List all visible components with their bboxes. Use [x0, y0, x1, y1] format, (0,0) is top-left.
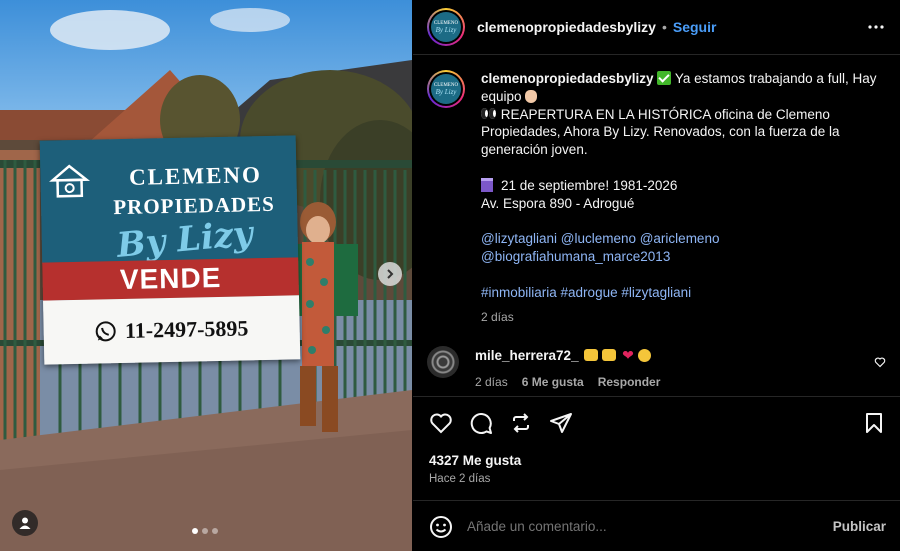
- raised-hands-icon: [584, 349, 599, 361]
- more-options-button[interactable]: [864, 15, 888, 39]
- caption-line: generación joven.: [481, 142, 588, 158]
- red-heart-icon: ❤: [622, 347, 634, 363]
- for-sale-sign: CLEMENO PROPIEDADES By Lizy VENDE 11-249…: [39, 135, 301, 365]
- commenter-avatar[interactable]: [427, 346, 459, 378]
- repost-icon[interactable]: [509, 411, 533, 435]
- author-username[interactable]: clemenopropiedadesbylizy: [477, 19, 656, 35]
- caption-username[interactable]: clemenopropiedadesbylizy: [481, 71, 654, 86]
- post-side-panel: CLEMENO By Lizy clemenopropiedadesbylizy …: [413, 0, 900, 551]
- more-horizontal-icon: [868, 25, 884, 29]
- save-bookmark-icon[interactable]: [862, 411, 886, 435]
- commenter-username[interactable]: mile_herrera72_: [475, 348, 579, 363]
- emoji-smiley-icon[interactable]: [429, 515, 453, 539]
- caption-time: 2 días: [481, 310, 514, 325]
- caption-author-avatar[interactable]: CLEMENO By Lizy: [427, 70, 465, 108]
- house-logo-icon: [49, 164, 91, 198]
- sign-phone-panel: 11-2497-5895: [43, 295, 301, 365]
- tagged-users-button[interactable]: [12, 510, 38, 536]
- sign-action-panel: VENDE: [42, 257, 299, 301]
- follow-button[interactable]: Seguir: [673, 19, 717, 35]
- reply-button[interactable]: Responder: [598, 373, 661, 391]
- carousel-dot: [212, 528, 218, 534]
- raised-hands-icon: [602, 349, 617, 361]
- like-heart-icon[interactable]: [429, 411, 453, 435]
- caption-mentions[interactable]: @biografiahumana_marce2013: [481, 248, 881, 266]
- caption-mentions[interactable]: @lizytagliani @luclemeno @ariclemeno: [481, 230, 881, 248]
- sign-phone-number: 11-2497-5895: [124, 315, 249, 343]
- post-comment-button[interactable]: Publicar: [833, 519, 886, 534]
- caption-hashtags[interactable]: #inmobiliaria #adrogue #lizytagliani: [481, 284, 881, 302]
- comment-likes[interactable]: 6 Me gusta: [522, 373, 584, 391]
- caption-line: Propiedades, Ahora By Lizy. Renovados, c…: [481, 124, 840, 140]
- post-actions: 4327 Me gusta Hace 2 días Publicar: [413, 396, 900, 551]
- post-caption: CLEMENO By Lizy clemenopropiedadesbylizy …: [427, 70, 886, 327]
- caption-text: clemenopropiedadesbylizy Ya estamos trab…: [481, 70, 881, 327]
- calendar-icon: [481, 177, 493, 192]
- caption-line: REAPERTURA EN LA HISTÓRICA oficina de Cl…: [500, 106, 830, 122]
- sign-top-panel: CLEMENO PROPIEDADES By Lizy: [39, 135, 299, 266]
- post-header: CLEMENO By Lizy clemenopropiedadesbylizy …: [413, 0, 900, 55]
- caption-line: Ya estamos trabajando a full, Hay: [674, 71, 877, 86]
- caption-line: 21 de septiembre! 1981-2026: [501, 177, 678, 193]
- user-icon: [19, 517, 31, 529]
- comment-input[interactable]: [467, 519, 833, 534]
- comment-like-heart-icon[interactable]: [874, 356, 886, 368]
- carousel-indicator: [192, 528, 218, 534]
- caption-line: Av. Espora 890 - Adrogué: [481, 195, 635, 211]
- chevron-right-icon: [387, 269, 394, 279]
- check-mark-icon: [657, 71, 672, 85]
- carousel-dot: [192, 528, 198, 534]
- clapping-hands-icon: [637, 349, 651, 362]
- waving-hand-icon: [525, 89, 538, 103]
- share-paper-plane-icon[interactable]: [549, 411, 573, 435]
- add-comment-bar: Publicar: [413, 500, 900, 551]
- likes-count[interactable]: 4327 Me gusta: [429, 453, 521, 468]
- comment-time: 2 días: [475, 375, 508, 389]
- carousel-dot: [202, 528, 208, 534]
- comment-bubble-icon[interactable]: [469, 411, 493, 435]
- caption-line: equipo: [481, 88, 522, 104]
- whatsapp-icon: [95, 321, 116, 342]
- author-avatar[interactable]: CLEMENO By Lizy: [427, 8, 465, 46]
- post-time: Hace 2 días: [429, 473, 491, 485]
- header-separator: •: [661, 19, 667, 35]
- carousel-next-button[interactable]: [378, 262, 402, 286]
- comment-item: mile_herrera72_ ❤ 2 días 6 Me gusta Resp…: [427, 346, 886, 391]
- post-photo[interactable]: CLEMENO PROPIEDADES By Lizy VENDE 11-249…: [0, 0, 412, 551]
- sign-brand-line1: CLEMENO: [128, 162, 263, 190]
- eyes-icon: [481, 107, 497, 120]
- sign-action-text: VENDE: [119, 261, 222, 296]
